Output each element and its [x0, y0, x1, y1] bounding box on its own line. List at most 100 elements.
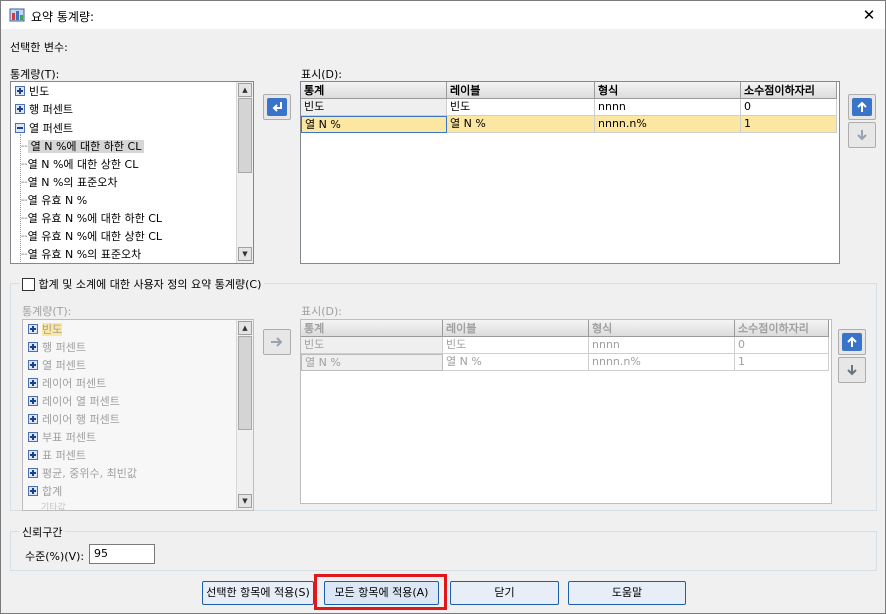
grid-cell-selected[interactable]: 열 N % — [447, 116, 595, 133]
tree-item[interactable]: 레이어 행 퍼센트 — [28, 411, 120, 428]
tree-item[interactable]: 열 퍼센트 — [28, 357, 86, 374]
display-grid-disabled[interactable]: 통계 레이블 형식 소수점이하자리 빈도 빈도 nnnn 0 열 N % 열 N… — [300, 319, 832, 504]
tree-item[interactable]: 합계 — [28, 483, 62, 500]
tree-item-label: 열 퍼센트 — [42, 359, 86, 372]
grid-cell[interactable]: nnnn — [595, 99, 741, 116]
tree-item[interactable]: 부표 퍼센트 — [28, 429, 96, 446]
grid-cell[interactable]: 0 — [741, 99, 837, 116]
tree-item-frequency[interactable]: 빈도 — [15, 83, 49, 100]
column-header[interactable]: 소수점이하자리 — [741, 82, 837, 99]
tree-item-label: 열 유효 N %에 대한 상한 CL — [27, 230, 163, 243]
tree-item-label: 행 퍼센트 — [42, 341, 86, 354]
column-header[interactable]: 소수점이하자리 — [735, 320, 829, 337]
tree-item-partial[interactable]: 기타값 — [41, 500, 66, 510]
tree-item-row-percent[interactable]: 행 퍼센트 — [15, 101, 73, 118]
column-header[interactable]: 통계 — [301, 82, 447, 99]
expand-icon[interactable] — [15, 104, 25, 114]
tree-item-col-valid-n-stderr[interactable]: ╌열 유효 N %의 표준오차 — [21, 246, 141, 263]
tree-item[interactable]: 행 퍼센트 — [28, 339, 86, 356]
tree-item-col-n-lower-cl[interactable]: ╌ 열 N %에 대한 하한 CL — [21, 138, 145, 155]
expand-icon[interactable] — [28, 414, 38, 424]
move-to-display-button-disabled[interactable] — [263, 329, 291, 355]
level-label: 수준(%)(V): — [25, 550, 85, 563]
arrow-up-icon — [842, 333, 862, 351]
column-header[interactable]: 레이블 — [443, 320, 589, 337]
tree-item[interactable]: 평균, 중위수, 최빈값 — [28, 465, 137, 482]
move-down-button[interactable] — [848, 122, 876, 148]
tree-item-label: 평균, 중위수, 최빈값 — [42, 467, 137, 480]
move-up-button[interactable] — [848, 94, 876, 120]
grid-cell[interactable]: 열 N % — [443, 354, 589, 371]
move-down-button-2[interactable] — [838, 357, 866, 383]
column-header[interactable]: 형식 — [589, 320, 735, 337]
column-header[interactable]: 레이블 — [447, 82, 595, 99]
tree-item-label: 레이어 퍼센트 — [42, 377, 107, 390]
expand-icon[interactable] — [28, 324, 38, 334]
tree-item-label: 열 N %에 대한 상한 CL — [27, 158, 139, 171]
tree-item-col-valid-n[interactable]: ╌열 유효 N % — [21, 192, 87, 209]
tree-item[interactable]: 레이어 열 퍼센트 — [28, 393, 120, 410]
scroll-up-icon[interactable]: ▲ — [238, 321, 252, 335]
tree-item-col-n-upper-cl[interactable]: ╌열 N %에 대한 상한 CL — [21, 156, 138, 173]
grid-cell[interactable]: nnnn — [589, 337, 735, 354]
collapse-icon[interactable] — [15, 123, 25, 133]
close-icon[interactable]: ✕ — [857, 4, 881, 26]
scroll-thumb[interactable] — [238, 336, 252, 430]
expand-icon[interactable] — [28, 360, 38, 370]
column-header[interactable]: 통계 — [301, 320, 443, 337]
expand-icon[interactable] — [28, 468, 38, 478]
move-to-display-button[interactable] — [263, 94, 291, 120]
grid-cell[interactable]: 빈도 — [447, 99, 595, 116]
display-label: 표시(D): — [301, 68, 342, 81]
expand-icon[interactable] — [28, 396, 38, 406]
scroll-up-icon[interactable]: ▲ — [238, 83, 252, 97]
tree-item-label: 열 유효 N %에 대한 하한 CL — [27, 212, 163, 225]
move-up-button-2[interactable] — [838, 329, 866, 355]
grid-cell[interactable]: 0 — [735, 337, 829, 354]
grid-cell[interactable]: 1 — [735, 354, 829, 371]
grid-cell[interactable]: 빈도 — [443, 337, 589, 354]
expand-icon[interactable] — [28, 342, 38, 352]
grid-cell[interactable]: nnnn.n% — [589, 354, 735, 371]
display-grid[interactable]: 통계 레이블 형식 소수점이하자리 빈도 빈도 nnnn 0 열 N % 열 N… — [300, 81, 840, 264]
statistics-scrollbar[interactable]: ▲ ▼ — [236, 82, 253, 263]
tree-item-label: 행 퍼센트 — [29, 103, 73, 116]
tree-item-col-valid-n-lower-cl[interactable]: ╌열 유효 N %에 대한 하한 CL — [21, 210, 162, 227]
scroll-down-icon[interactable]: ▼ — [238, 247, 252, 261]
tree-item-col-valid-n-upper-cl[interactable]: ╌열 유효 N %에 대한 상한 CL — [21, 228, 162, 245]
tree-item-label: 열 유효 N %의 표준오차 — [27, 248, 142, 261]
custom-summary-checkbox-row[interactable]: 합계 및 소계에 대한 사용자 정의 요약 통계량(C) — [19, 276, 265, 292]
expand-icon[interactable] — [28, 450, 38, 460]
tree-item[interactable]: 레이어 퍼센트 — [28, 375, 106, 392]
statistics-scrollbar-disabled[interactable]: ▲ ▼ — [236, 320, 253, 510]
expand-icon[interactable] — [28, 432, 38, 442]
grid-cell-selected[interactable]: 1 — [741, 116, 837, 133]
scroll-thumb[interactable] — [238, 98, 252, 173]
expand-icon[interactable] — [28, 486, 38, 496]
scroll-down-icon[interactable]: ▼ — [238, 494, 252, 508]
window-title: 요약 통계량: — [31, 10, 95, 24]
grid-cell-selected[interactable]: 열 N % — [301, 116, 447, 133]
tree-item[interactable]: 빈도 — [28, 321, 63, 338]
statistics-list-disabled[interactable]: 빈도 행 퍼센트 열 퍼센트 레이어 퍼센트 레이어 열 퍼센트 레이어 행 퍼… — [22, 319, 254, 511]
custom-summary-checkbox[interactable] — [22, 277, 35, 291]
help-button[interactable]: 도움말 — [568, 581, 686, 605]
level-input[interactable]: 95 — [89, 544, 155, 564]
expand-icon[interactable] — [28, 378, 38, 388]
apply-selected-button[interactable]: 선택한 항목에 적용(S) — [202, 581, 314, 605]
tree-item-col-percent[interactable]: 열 퍼센트 — [15, 120, 73, 137]
tree-item-col-n-stderr[interactable]: ╌열 N %의 표준오차 — [21, 174, 118, 191]
column-header[interactable]: 형식 — [595, 82, 741, 99]
arrow-right-icon — [271, 337, 283, 347]
expand-icon[interactable] — [15, 86, 25, 96]
tree-item[interactable]: 표 퍼센트 — [28, 447, 86, 464]
close-button[interactable]: 닫기 — [450, 581, 559, 605]
grid-cell-selected[interactable]: nnnn.n% — [595, 116, 741, 133]
statistics-list[interactable]: 빈도 행 퍼센트 열 퍼센트 ╌ 열 N %에 대한 하한 CL ╌열 N %에 … — [10, 81, 254, 264]
spss-app-icon — [9, 8, 25, 22]
selected-variables-label: 선택한 변수: — [10, 41, 68, 54]
grid-cell[interactable]: 열 N % — [301, 354, 443, 371]
grid-cell[interactable]: 빈도 — [301, 337, 443, 354]
grid-cell[interactable]: 빈도 — [301, 99, 447, 116]
tree-item-label: 표 퍼센트 — [42, 449, 86, 462]
